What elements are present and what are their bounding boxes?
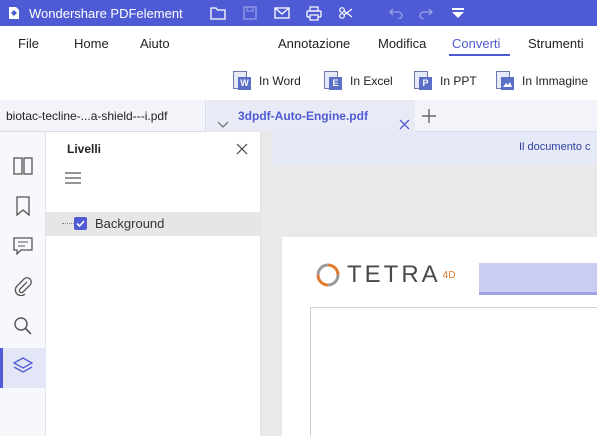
convert-to-word-label: In Word: [259, 74, 301, 88]
print-icon[interactable]: [302, 0, 326, 26]
menu-annotate[interactable]: Annotazione: [278, 26, 350, 62]
menu-convert[interactable]: Converti: [452, 26, 500, 62]
hamburger-menu-icon[interactable]: [64, 170, 82, 186]
convert-to-image-label: In Immagine: [522, 74, 589, 88]
layer-label: Background: [95, 216, 165, 231]
pdfelement-logo-icon: [6, 5, 22, 21]
convert-ribbon: W In Word E In Excel P In PPT In Immagin…: [0, 62, 597, 100]
convert-to-word-button[interactable]: W In Word: [231, 70, 301, 92]
attachment-icon: [14, 276, 32, 301]
menu-tools[interactable]: Strumenti: [528, 26, 584, 62]
page-header-band: [479, 263, 597, 295]
menu-bar: File Home Aiuto Annotazione Modifica Con…: [0, 26, 597, 62]
scissors-icon[interactable]: [334, 0, 358, 26]
embedded-3d-canvas[interactable]: [310, 307, 597, 436]
redo-icon[interactable]: [414, 0, 438, 26]
search-icon: [13, 316, 33, 341]
word-doc-icon: W: [231, 71, 251, 91]
bookmark-icon: [15, 195, 31, 221]
tetra-swirl-icon: [316, 263, 340, 287]
attachments-button[interactable]: [0, 268, 46, 308]
tetra4d-logo: TETRA 4D: [315, 261, 455, 289]
logo-text: TETRA: [347, 261, 441, 288]
add-tab-icon[interactable]: [420, 107, 438, 125]
bookmarks-button[interactable]: [0, 188, 46, 228]
undo-icon[interactable]: [384, 0, 408, 26]
document-viewer: Il documento c TETRA 4D: [261, 132, 597, 436]
excel-doc-icon: E: [322, 71, 342, 91]
menu-home[interactable]: Home: [74, 26, 109, 62]
convert-to-ppt-label: In PPT: [440, 74, 477, 88]
sidebar-rail: [0, 132, 46, 436]
notification-bar: Il documento c: [273, 132, 597, 164]
notification-text: Il documento c: [519, 141, 591, 153]
tab-label: biotac-tecline-...a-shield---i.pdf: [6, 109, 168, 123]
convert-to-excel-button[interactable]: E In Excel: [322, 70, 393, 92]
layers-panel: Livelli Background: [46, 132, 261, 436]
active-menu-indicator: [449, 54, 510, 56]
layer-row-background[interactable]: Background: [46, 212, 260, 236]
logo-superscript: 4D: [442, 269, 456, 281]
search-button[interactable]: [0, 308, 46, 348]
convert-to-excel-label: In Excel: [350, 74, 393, 88]
layer-visibility-checkbox[interactable]: [74, 217, 87, 230]
comment-icon: [13, 236, 33, 260]
panel-title: Livelli: [67, 142, 102, 156]
close-panel-icon[interactable]: [236, 142, 250, 156]
tab-label: 3dpdf-Auto-Engine.pdf: [238, 109, 368, 123]
convert-to-ppt-button[interactable]: P In PPT: [412, 70, 477, 92]
menu-edit[interactable]: Modifica: [378, 26, 426, 62]
menu-help[interactable]: Aiuto: [140, 26, 170, 62]
pdf-page: TETRA 4D: [282, 237, 597, 436]
tab-biotac-pdf[interactable]: biotac-tecline-...a-shield---i.pdf: [0, 100, 206, 132]
comments-button[interactable]: [0, 228, 46, 268]
ppt-doc-icon: P: [412, 71, 432, 91]
pdfelement-window: { "window": { "title": "Wondershare PDFe…: [0, 0, 597, 436]
menu-file[interactable]: File: [18, 26, 39, 62]
dropdown-arrow-icon[interactable]: [446, 0, 470, 26]
thumbnails-button[interactable]: [0, 148, 46, 188]
mail-icon[interactable]: [270, 0, 294, 26]
app-title: Wondershare PDFelement: [29, 5, 183, 21]
save-icon[interactable]: [238, 0, 262, 26]
layers-button[interactable]: [0, 348, 46, 388]
layers-icon: [12, 356, 34, 381]
title-bar: Wondershare PDFelement: [0, 0, 597, 26]
image-doc-icon: [494, 71, 514, 91]
thumbnails-icon: [13, 156, 33, 180]
convert-to-image-button[interactable]: In Immagine: [494, 70, 588, 92]
tab-3dpdf-auto-engine[interactable]: 3dpdf-Auto-Engine.pdf: [207, 100, 415, 132]
folder-icon[interactable]: [206, 0, 230, 26]
document-tab-bar: biotac-tecline-...a-shield---i.pdf 3dpdf…: [0, 100, 597, 132]
